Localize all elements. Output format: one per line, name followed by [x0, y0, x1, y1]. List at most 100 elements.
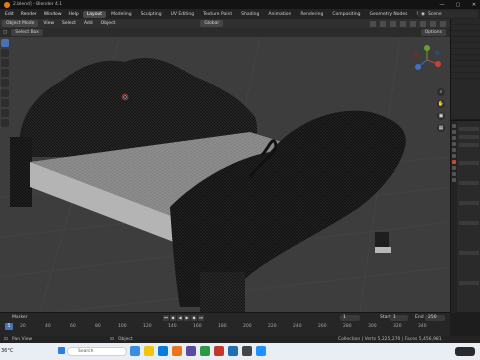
- property-row[interactable]: [459, 181, 479, 185]
- tab-rendering[interactable]: Rendering: [296, 11, 327, 18]
- property-row[interactable]: [459, 161, 479, 165]
- rotate-tool-icon[interactable]: [1, 69, 9, 77]
- gizmo-neg-x-icon[interactable]: [414, 53, 418, 57]
- menu-help[interactable]: Help: [66, 12, 82, 17]
- property-row[interactable]: [459, 221, 479, 225]
- tab-animation[interactable]: Animation: [264, 11, 295, 18]
- output-tab-icon[interactable]: [452, 136, 456, 140]
- blender-taskbar-icon[interactable]: [172, 346, 182, 356]
- menu-window[interactable]: Window: [41, 12, 65, 17]
- taskbar-search[interactable]: Search: [67, 347, 127, 356]
- modifier-tab-icon[interactable]: [452, 166, 456, 170]
- menu-view[interactable]: View: [40, 21, 57, 26]
- tab-sculpting[interactable]: Sculpting: [137, 11, 166, 18]
- rendered-shading-icon[interactable]: [440, 20, 446, 27]
- property-row[interactable]: [459, 201, 479, 205]
- app-icon[interactable]: [256, 346, 266, 356]
- property-row[interactable]: [459, 143, 479, 147]
- tab-geometry-nodes[interactable]: Geometry Nodes: [366, 11, 412, 18]
- properties-panel[interactable]: [450, 120, 480, 313]
- annotate-tool-icon[interactable]: [1, 99, 9, 107]
- timeline-panel[interactable]: Marker ⏮ ◆ ◀ ▶ ◆ ⏭ 1 Start 1 End 250 20 …: [0, 312, 450, 336]
- tab-layout[interactable]: Layout: [82, 10, 107, 18]
- perspective-grid-icon[interactable]: ▦: [437, 124, 445, 132]
- prev-keyframe-icon[interactable]: ◆: [170, 315, 176, 321]
- tab-modeling[interactable]: Modeling: [107, 11, 135, 18]
- end-frame-field[interactable]: 250: [425, 315, 445, 321]
- file-explorer-icon[interactable]: [144, 346, 154, 356]
- transform-orientation-dropdown[interactable]: Global: [200, 20, 223, 27]
- weather-widget[interactable]: 36°C: [1, 348, 13, 354]
- gizmo-neg-z-icon[interactable]: [435, 51, 439, 55]
- edge-icon[interactable]: [158, 346, 168, 356]
- frame-ruler[interactable]: 20 40 60 80 100 120 140 160 180 200 220 …: [0, 324, 450, 332]
- tab-compositing[interactable]: Compositing: [328, 11, 364, 18]
- task-view-icon[interactable]: [130, 346, 140, 356]
- property-row[interactable]: [459, 281, 479, 285]
- render-tab-icon[interactable]: [452, 130, 456, 134]
- solid-shading-icon[interactable]: [420, 20, 426, 27]
- app-icon[interactable]: [242, 346, 252, 356]
- select-tool-icon[interactable]: [1, 39, 9, 47]
- marker-menu[interactable]: Marker: [12, 315, 28, 320]
- jump-end-icon[interactable]: ⏭: [198, 315, 204, 321]
- gizmo-y-axis-icon[interactable]: [424, 45, 430, 51]
- select-box-dropdown[interactable]: Select Box: [11, 29, 43, 36]
- minimize-button[interactable]: —: [438, 2, 446, 8]
- scene-tab-icon[interactable]: [452, 148, 456, 152]
- xray-icon[interactable]: [400, 20, 406, 27]
- app-icon[interactable]: [214, 346, 224, 356]
- play-icon[interactable]: ▶: [184, 315, 190, 321]
- options-dropdown[interactable]: Options: [420, 29, 446, 36]
- tab-texture-paint[interactable]: Texture Paint: [199, 11, 236, 18]
- system-tray[interactable]: [455, 347, 475, 356]
- property-row[interactable]: [459, 251, 479, 255]
- material-shading-icon[interactable]: [430, 20, 436, 27]
- transform-tool-icon[interactable]: [1, 89, 9, 97]
- scene-selector[interactable]: ◉ Scene: [418, 10, 478, 18]
- measure-tool-icon[interactable]: [1, 109, 9, 117]
- 3d-viewport[interactable]: [0, 37, 450, 312]
- app-icon[interactable]: [186, 346, 196, 356]
- wireframe-shading-icon[interactable]: [410, 20, 416, 27]
- menu-object[interactable]: Object: [98, 21, 119, 26]
- next-keyframe-icon[interactable]: ◆: [191, 315, 197, 321]
- mode-dropdown[interactable]: Object Mode: [2, 20, 39, 27]
- close-button[interactable]: ✕: [470, 2, 478, 8]
- menu-add[interactable]: Add: [81, 21, 96, 26]
- play-reverse-icon[interactable]: ◀: [177, 315, 183, 321]
- tab-uv-editing[interactable]: UV Editing: [167, 11, 198, 18]
- zoom-icon[interactable]: ⌕: [437, 88, 445, 96]
- camera-view-icon[interactable]: ▣: [437, 112, 445, 120]
- cursor-tool-icon[interactable]: [1, 49, 9, 57]
- start-frame-field[interactable]: 1: [390, 315, 408, 321]
- gizmo-z-axis-icon[interactable]: [415, 64, 421, 70]
- pan-hand-icon[interactable]: ✋: [437, 100, 445, 108]
- selection-mode-icon[interactable]: ▢: [3, 30, 7, 35]
- visibility-icon[interactable]: [370, 20, 376, 27]
- move-tool-icon[interactable]: [1, 59, 9, 67]
- object-tab-icon[interactable]: [452, 160, 456, 164]
- app-icon[interactable]: [228, 346, 238, 356]
- start-button-icon[interactable]: [58, 347, 65, 354]
- world-tab-icon[interactable]: [452, 154, 456, 158]
- menu-edit[interactable]: Edit: [2, 12, 17, 17]
- add-cube-tool-icon[interactable]: [1, 119, 9, 127]
- jump-start-icon[interactable]: ⏮: [163, 315, 169, 321]
- scale-tool-icon[interactable]: [1, 79, 9, 87]
- outliner-row[interactable]: [451, 73, 480, 79]
- overlay-icon[interactable]: [390, 20, 396, 27]
- property-row[interactable]: [459, 127, 479, 131]
- viewport-canvas[interactable]: [0, 37, 450, 312]
- gizmo-icon[interactable]: [380, 20, 386, 27]
- menu-select[interactable]: Select: [59, 21, 79, 26]
- tool-tab-icon[interactable]: [452, 124, 456, 128]
- menu-render[interactable]: Render: [18, 12, 40, 17]
- tab-shading[interactable]: Shading: [237, 11, 263, 18]
- outliner-panel[interactable]: [450, 19, 480, 119]
- particles-tab-icon[interactable]: [452, 172, 456, 176]
- playhead[interactable]: 5: [5, 323, 13, 330]
- physics-tab-icon[interactable]: [452, 178, 456, 182]
- navigation-gizmo[interactable]: [410, 43, 444, 77]
- app-icon[interactable]: [200, 346, 210, 356]
